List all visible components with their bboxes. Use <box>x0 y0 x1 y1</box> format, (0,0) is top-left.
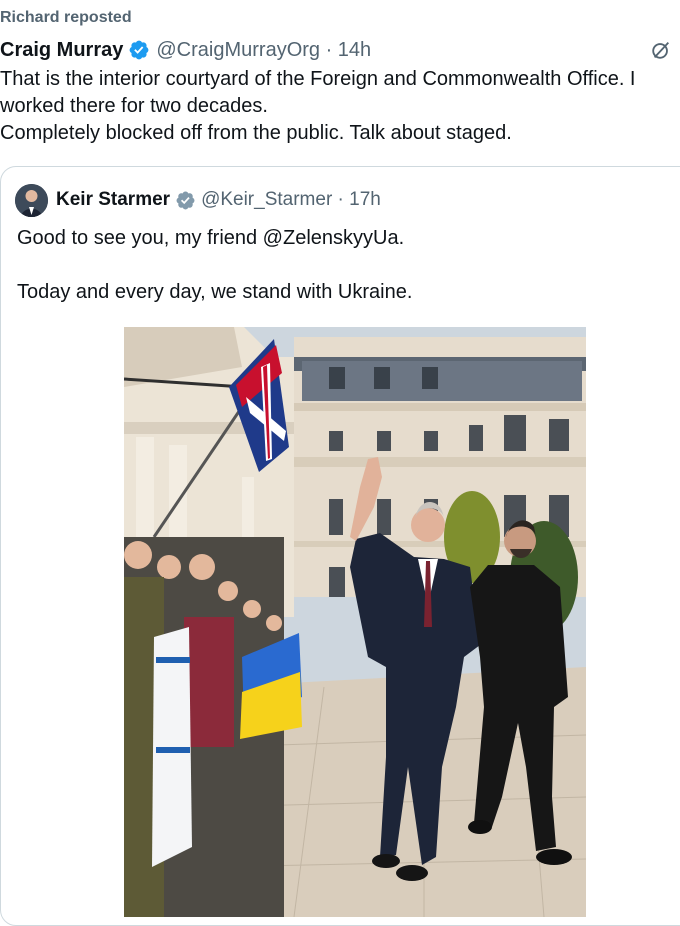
quoted-header: Keir Starmer @Keir_Starmer · 17h <box>15 183 381 217</box>
repost-indicator[interactable]: Richard reposted <box>0 9 132 27</box>
quoted-author-name[interactable]: Keir Starmer <box>56 189 170 211</box>
tweet-photo[interactable] <box>124 327 586 917</box>
verified-badge-icon <box>129 40 149 60</box>
tweet-header: Craig Murray @CraigMurrayOrg · 14h <box>0 36 680 64</box>
author-handle-time[interactable]: @CraigMurrayOrg · 14h <box>156 39 371 62</box>
author-name[interactable]: Craig Murray <box>0 39 123 62</box>
verified-badge-icon <box>176 191 195 209</box>
quoted-tweet-text: Good to see you, my friend @ZelenskyyUa.… <box>17 227 413 303</box>
repost-label: Richard reposted <box>0 9 132 26</box>
quoted-handle-time[interactable]: @Keir_Starmer · 17h <box>201 189 381 211</box>
quoted-tweet[interactable]: Keir Starmer @Keir_Starmer · 17h Good to… <box>0 166 680 926</box>
photo-illustration <box>124 327 586 917</box>
grok-icon[interactable] <box>650 39 672 61</box>
avatar[interactable] <box>15 183 48 217</box>
tweet-text: That is the interior courtyard of the Fo… <box>0 68 636 144</box>
